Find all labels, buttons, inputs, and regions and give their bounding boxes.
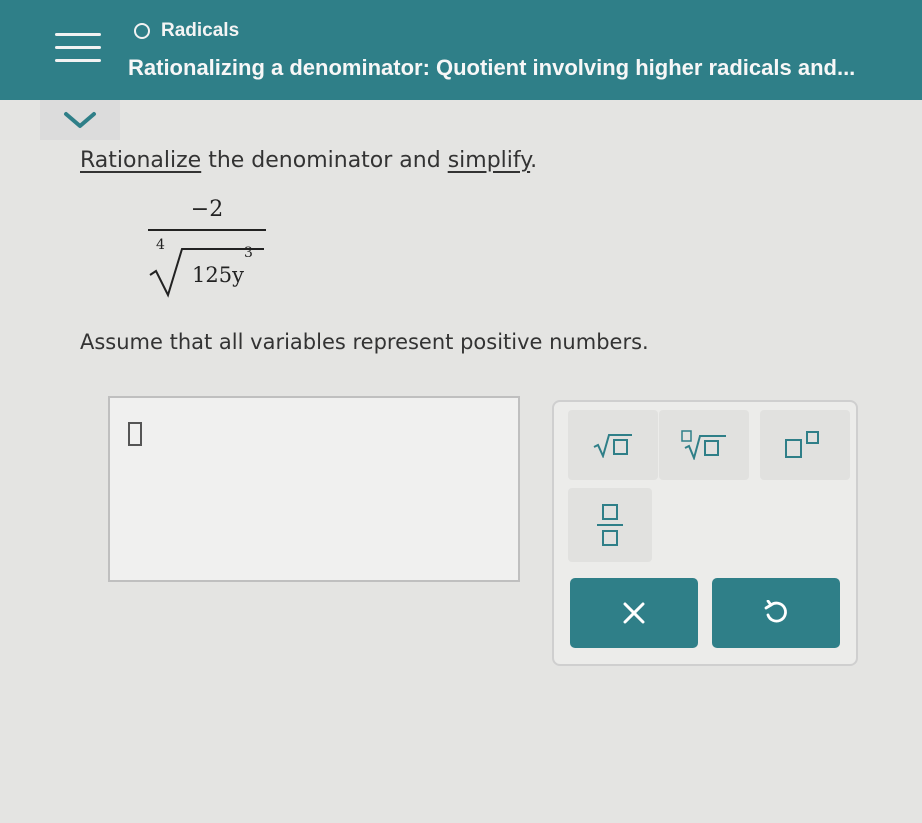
- chevron-down-icon: [64, 112, 96, 128]
- topic-label: Radicals: [161, 20, 240, 41]
- fraction-button[interactable]: [568, 488, 652, 562]
- topic-status-icon: [134, 23, 150, 39]
- radicand-exponent: 3: [244, 245, 253, 261]
- exponent-button[interactable]: [760, 410, 850, 480]
- rationalize-link[interactable]: Rationalize: [80, 148, 201, 173]
- assumption-text: Assume that all variables represent posi…: [80, 330, 649, 354]
- problem-expression: −2 4 125y 3: [148, 195, 266, 301]
- menu-icon[interactable]: [55, 33, 101, 63]
- square-root-button[interactable]: [568, 410, 658, 480]
- undo-button[interactable]: [712, 578, 840, 648]
- fraction-icon: [597, 504, 623, 546]
- nth-root-icon: [681, 430, 726, 460]
- header-bar: Radicals Rationalizing a denominator: Qu…: [0, 0, 922, 100]
- collapse-button[interactable]: [40, 100, 120, 140]
- denominator: 4 125y 3: [148, 231, 266, 301]
- simplify-link[interactable]: simplify: [448, 148, 530, 173]
- math-keypad: [552, 400, 858, 666]
- exponent-icon: [785, 431, 819, 458]
- page-title: Rationalizing a denominator: Quotient in…: [128, 55, 856, 80]
- clear-button[interactable]: [570, 578, 698, 648]
- square-root-icon: [593, 434, 632, 458]
- undo-icon: [764, 600, 787, 623]
- answer-input[interactable]: [108, 396, 520, 582]
- root-index: 4: [156, 237, 165, 253]
- close-icon: [623, 602, 645, 624]
- radicand: 125y: [192, 263, 244, 287]
- instruction-text: Rationalize the denominator and simplify…: [80, 148, 538, 173]
- nth-root-button[interactable]: [659, 410, 749, 480]
- answer-cursor-slot: [128, 422, 142, 446]
- numerator: −2: [190, 197, 224, 222]
